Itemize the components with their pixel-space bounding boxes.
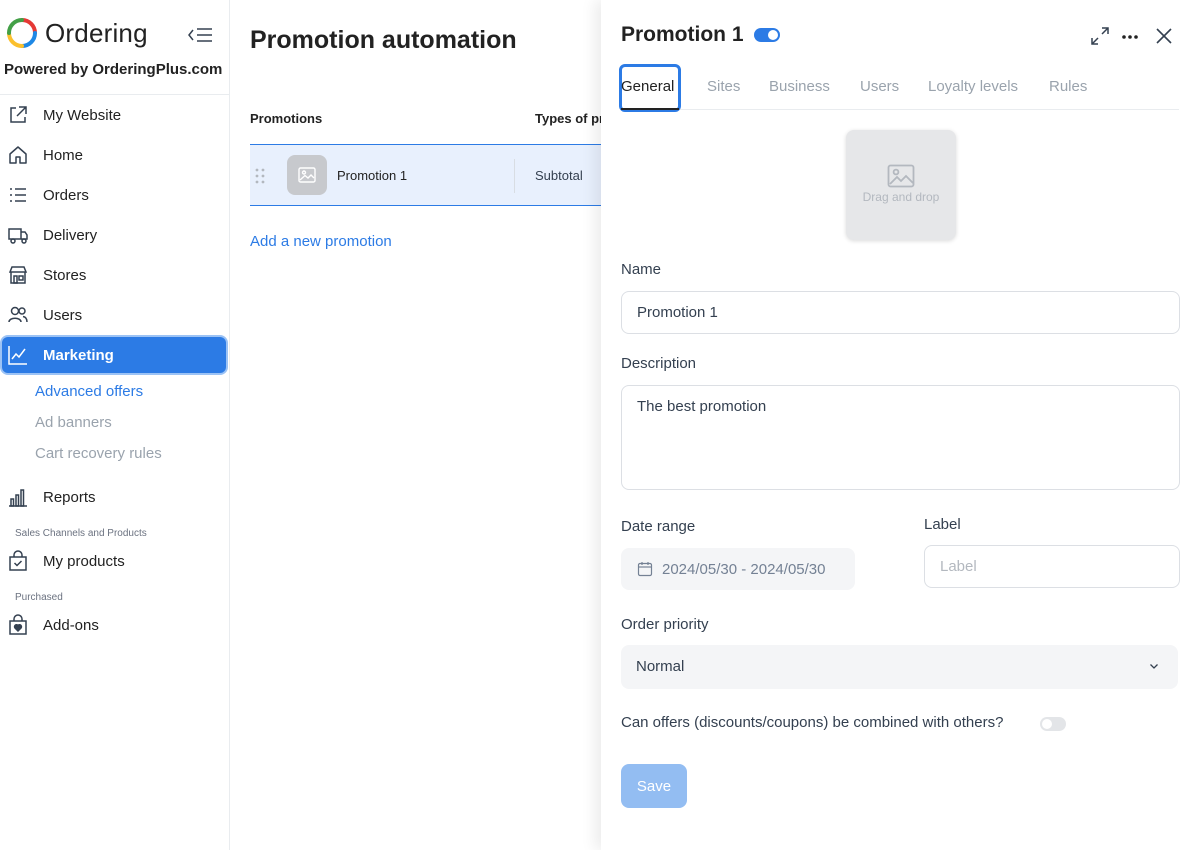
bag-check-icon <box>7 550 29 572</box>
date-range-label: Date range <box>621 518 696 535</box>
sidebar-item-add-ons[interactable]: Add-ons <box>2 607 226 643</box>
sidebar-item-label: Users <box>43 306 83 324</box>
dropzone-text: Drag and drop <box>862 190 940 204</box>
sidebar-item-reports[interactable]: Reports <box>2 479 226 515</box>
sidebar-item-label: My products <box>43 552 125 570</box>
cell-divider <box>514 159 515 193</box>
powered-by-text: Powered by OrderingPlus.com <box>4 61 223 78</box>
sidebar-item-label: Orders <box>43 186 89 204</box>
tab-users[interactable]: Users <box>860 78 899 95</box>
sidebar-item-my-products[interactable]: My products <box>2 543 226 579</box>
promotion-type: Subtotal <box>535 168 583 183</box>
tab-rules[interactable]: Rules <box>1049 78 1087 95</box>
sidebar-subitem-cart-recovery-rules[interactable]: Cart recovery rules <box>35 445 162 462</box>
tab-sites[interactable]: Sites <box>707 78 740 95</box>
add-promotion-link[interactable]: Add a new promotion <box>250 233 392 250</box>
panel-title: Promotion 1 <box>621 23 744 46</box>
bag-heart-icon <box>7 614 29 636</box>
label-placeholder: Label <box>940 558 977 575</box>
sidebar-item-stores[interactable]: Stores <box>2 257 226 293</box>
page-title: Promotion automation <box>250 26 517 54</box>
close-icon[interactable] <box>1153 25 1175 47</box>
column-header-promotions: Promotions <box>250 111 323 126</box>
sidebar-item-label: Home <box>43 146 84 164</box>
order-priority-select[interactable]: Normal <box>621 645 1178 689</box>
panel-tabs: General Sites Business Users Loyalty lev… <box>619 64 1179 112</box>
image-icon <box>298 167 316 183</box>
date-range-picker[interactable]: 2024/05/30 - 2024/05/30 <box>621 548 855 590</box>
section-label-purchased: Purchased <box>15 592 63 603</box>
sidebar-item-label: My Website <box>43 106 122 124</box>
promotion-enabled-toggle[interactable] <box>754 28 780 42</box>
sidebar: Ordering Powered by OrderingPlus.com My … <box>0 0 230 850</box>
description-label: Description <box>621 355 697 372</box>
promotion-thumbnail <box>287 155 327 195</box>
tab-general[interactable]: General <box>621 78 674 95</box>
promotion-name: Promotion 1 <box>337 168 408 183</box>
order-priority-label: Order priority <box>621 616 709 633</box>
tab-loyalty-levels[interactable]: Loyalty levels <box>928 78 1018 95</box>
home-icon <box>7 144 29 166</box>
date-range-value: 2024/05/30 - 2024/05/30 <box>662 560 826 578</box>
users-icon <box>7 304 29 326</box>
shop-icon <box>7 264 29 286</box>
brand[interactable]: Ordering <box>6 16 148 50</box>
sidebar-item-orders[interactable]: Orders <box>2 177 226 213</box>
image-icon <box>887 164 915 188</box>
calendar-icon <box>637 562 653 577</box>
column-header-types: Types of pr <box>535 111 605 126</box>
more-options-icon[interactable] <box>1119 25 1141 47</box>
sidebar-item-label: Reports <box>43 488 96 506</box>
sidebar-item-label: Stores <box>43 266 87 284</box>
sidebar-item-delivery[interactable]: Delivery <box>2 217 226 253</box>
bar-chart-icon <box>7 486 29 508</box>
save-button[interactable]: Save <box>621 764 687 808</box>
active-tab-underline <box>621 108 679 110</box>
sidebar-item-users[interactable]: Users <box>2 297 226 333</box>
sidebar-subitem-advanced-offers[interactable]: Advanced offers <box>35 383 143 400</box>
sidebar-divider <box>0 94 230 95</box>
combine-offers-toggle[interactable] <box>1040 717 1066 731</box>
combine-offers-label: Can offers (discounts/coupons) be combin… <box>621 714 1004 731</box>
description-textarea[interactable]: The best promotion <box>621 385 1180 490</box>
label-field-label: Label <box>924 516 961 533</box>
image-dropzone[interactable]: Drag and drop <box>846 130 956 240</box>
tab-business[interactable]: Business <box>769 78 830 95</box>
label-input[interactable]: Label <box>924 545 1180 588</box>
drag-handle-icon[interactable] <box>254 167 266 185</box>
external-link-icon <box>7 104 29 126</box>
name-input[interactable]: Promotion 1 <box>621 291 1180 334</box>
promotion-detail-panel: Promotion 1 General Sites Business Users… <box>601 0 1200 850</box>
sidebar-item-label: Add-ons <box>43 616 99 634</box>
sidebar-item-my-website[interactable]: My Website <box>2 97 226 133</box>
name-label: Name <box>621 261 662 278</box>
section-label-sales-channels: Sales Channels and Products <box>15 528 147 539</box>
chevron-down-icon <box>1150 664 1158 669</box>
table-row[interactable]: Promotion 1 Subtotal <box>250 144 602 206</box>
chart-line-icon <box>7 344 29 366</box>
sidebar-item-label: Marketing <box>43 346 114 364</box>
brand-name: Ordering <box>45 17 148 48</box>
expand-icon[interactable] <box>1089 25 1111 47</box>
truck-icon <box>7 224 29 246</box>
sidebar-subitem-ad-banners[interactable]: Ad banners <box>35 414 112 431</box>
sidebar-item-marketing[interactable]: Marketing <box>2 337 226 373</box>
order-priority-value: Normal <box>636 658 685 675</box>
collapse-sidebar-icon[interactable] <box>186 24 214 46</box>
ordering-logo-icon <box>7 18 37 48</box>
sidebar-item-label: Delivery <box>43 226 98 244</box>
list-icon <box>7 184 29 206</box>
sidebar-item-home[interactable]: Home <box>2 137 226 173</box>
